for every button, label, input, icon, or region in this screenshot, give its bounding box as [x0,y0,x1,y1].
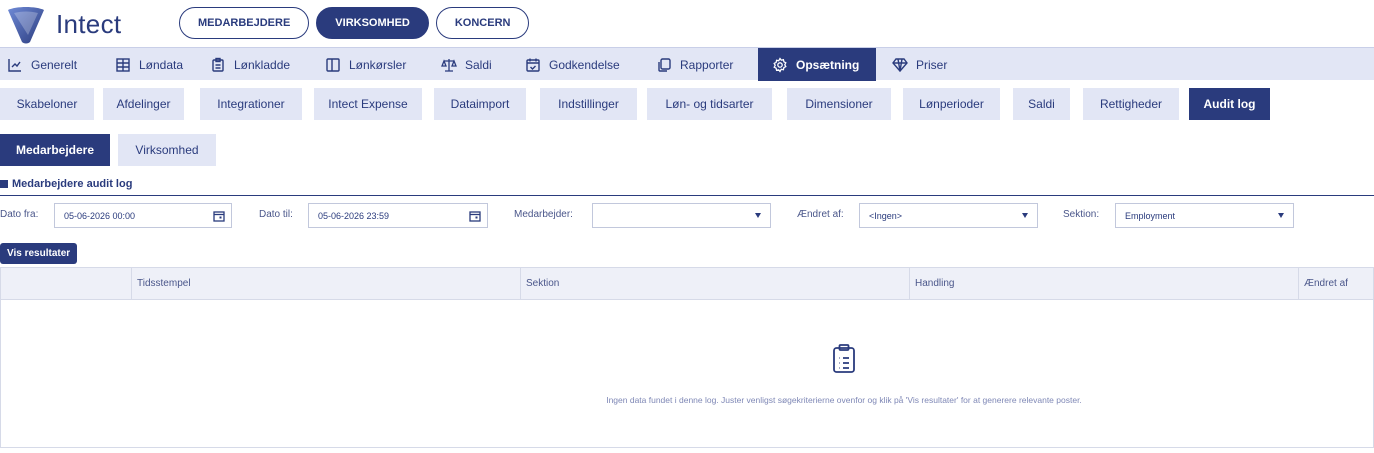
main-nav-saldi[interactable]: Saldi [434,48,518,81]
tab-skabeloner[interactable]: Skabeloner [0,88,94,120]
empty-state-message: Ingen data fundet i denne log. Juster ve… [606,395,1082,405]
column-header-tidsstempel[interactable]: Tidsstempel [131,268,520,299]
section-select[interactable]: Employment [1115,203,1294,228]
audit-log-table: Tidsstempel Sektion Handling Ændret af [0,267,1374,448]
main-nav-lonkladde[interactable]: Lønkladde [203,48,318,81]
date-from-value: 05-06-2026 00:00 [64,210,136,221]
section-title-text: Medarbejdere audit log [12,178,133,190]
audit-log-tabs: Medarbejdere Virksomhed [0,134,216,166]
column-header-aendret-af[interactable]: Ændret af [1298,268,1374,299]
section-label: Sektion: [1063,209,1100,220]
main-nav-londata[interactable]: Løndata [108,48,203,81]
app-header: Intect MEDARBEJDERE VIRKSOMHED KONCERN [0,0,1374,47]
table-icon [115,57,131,73]
tab-saldi[interactable]: Saldi [1013,88,1070,120]
chevron-down-icon[interactable] [1269,204,1293,227]
scale-icon [441,57,457,73]
column-header-handling[interactable]: Handling [909,268,1298,299]
tab-integrationer[interactable]: Integrationer [200,88,302,120]
main-nav-label: Godkendelse [549,57,620,72]
calendar-check-icon [525,57,541,73]
section-value: Employment [1125,210,1176,221]
main-nav-generelt[interactable]: Generelt [0,48,108,81]
changed-by-label: Ændret af: [797,209,844,220]
column-header-empty [1,268,131,299]
tab-rettigheder[interactable]: Rettigheder [1083,88,1179,120]
top-nav-medarbejdere[interactable]: MEDARBEJDERE [179,7,310,39]
main-nav-godkendelse[interactable]: Godkendelse [518,48,649,81]
section-title: Medarbejdere audit log [0,178,132,190]
changed-by-select[interactable]: <Ingen> [859,203,1038,228]
main-nav-opsaetning[interactable]: Opsætning [758,48,876,81]
show-results-button[interactable]: Vis resultater [0,243,78,264]
section-divider [0,195,1374,196]
filter-row: Dato fra: 05-06-2026 00:00 Dato til: 05-… [0,203,1374,228]
date-from-field[interactable]: 05-06-2026 00:00 [54,203,232,228]
date-from-label: Dato fra: [0,209,39,220]
tab-lonperioder[interactable]: Lønperioder [903,88,1000,120]
main-nav-rapporter[interactable]: Rapporter [649,48,758,81]
chevron-down-icon[interactable] [746,204,770,227]
copy-icon [656,57,672,73]
date-to-field[interactable]: 05-06-2026 23:59 [308,203,488,228]
tab-virksomhed[interactable]: Virksomhed [118,134,216,166]
clipboard-icon [210,57,226,73]
brand-name: Intect [56,8,122,39]
main-nav-label: Lønkørsler [349,57,407,72]
date-to-value: 05-06-2026 23:59 [318,210,390,221]
main-nav-label: Generelt [31,57,78,72]
clipboard-list-icon [833,344,855,373]
main-nav-label: Saldi [465,57,492,72]
tab-afdelinger[interactable]: Afdelinger [103,88,184,120]
tab-indstillinger[interactable]: Indstillinger [540,88,637,120]
main-nav-label: Lønkladde [234,57,291,72]
main-nav-label: Rapporter [680,57,734,72]
tab-lon-og-tidsarter[interactable]: Løn- og tidsarter [647,88,772,120]
employee-select[interactable] [592,203,771,228]
table-header: Tidsstempel Sektion Handling Ændret af [1,268,1373,300]
intect-logo-icon [8,7,44,44]
tab-intect-expense[interactable]: Intect Expense [314,88,422,120]
tab-audit-log[interactable]: Audit log [1189,88,1270,120]
chevron-down-icon[interactable] [1013,204,1037,227]
main-nav-label: Opsætning [796,57,860,72]
main-nav: Generelt Løndata Lønkladde Lønkørsler Sa… [0,47,1374,81]
tab-medarbejdere[interactable]: Medarbejdere [0,134,110,166]
section-bullet-icon [0,180,8,188]
employee-label: Medarbejder: [514,209,573,220]
tab-dataimport[interactable]: Dataimport [434,88,526,120]
tab-dimensioner[interactable]: Dimensioner [787,88,891,120]
calendar-icon[interactable] [207,204,231,227]
diamond-icon [892,57,908,73]
changed-by-value: <Ingen> [869,210,903,221]
main-nav-priser[interactable]: Priser [876,48,966,81]
main-nav-label: Løndata [139,57,184,72]
calendar-icon[interactable] [463,204,487,227]
settings-sub-tabs: Skabeloner Afdelinger Integrationer Inte… [0,88,1270,120]
column-header-sektion[interactable]: Sektion [520,268,909,299]
top-nav-koncern[interactable]: KONCERN [435,7,530,39]
brand-logo[interactable]: Intect [6,4,121,44]
gear-icon [772,56,788,73]
chart-icon [7,57,23,73]
date-to-label: Dato til: [259,209,293,220]
main-nav-label: Priser [916,57,948,72]
columns-icon [325,57,341,73]
top-nav: MEDARBEJDERE VIRKSOMHED KONCERN [179,7,530,39]
top-nav-virksomhed[interactable]: VIRKSOMHED [316,7,429,39]
main-nav-lonkorsler[interactable]: Lønkørsler [318,48,434,81]
